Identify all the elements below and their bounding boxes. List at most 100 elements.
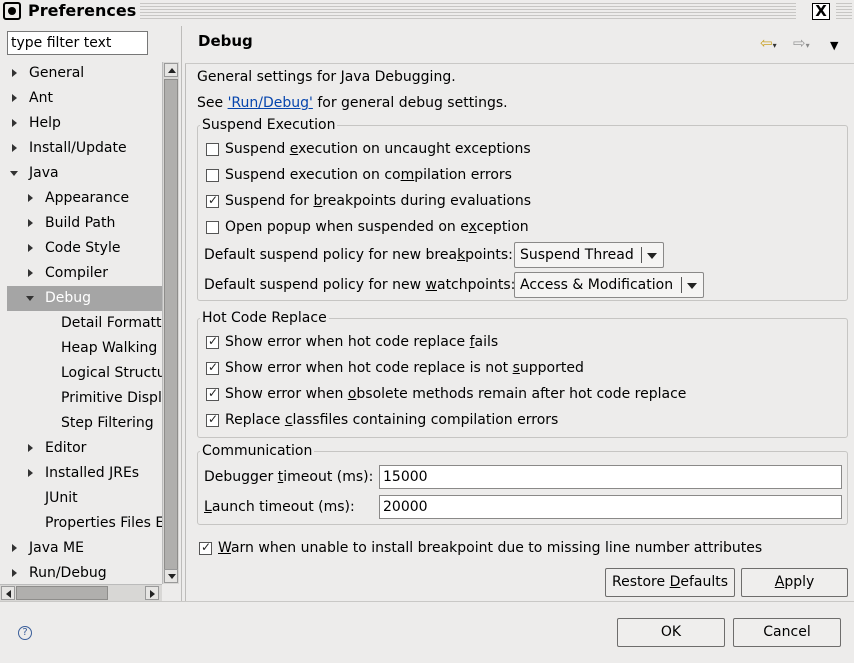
tree-item[interactable]: Appearance — [7, 186, 162, 211]
tree-item[interactable]: Primitive Displa — [7, 386, 162, 411]
option-label[interactable]: Show error when hot code replace is not … — [225, 359, 584, 377]
panel-divider[interactable] — [181, 26, 184, 601]
expand-right-icon[interactable] — [12, 569, 17, 577]
scroll-thumb[interactable] — [164, 79, 178, 571]
combo-separator — [641, 247, 642, 263]
expand-right-icon[interactable] — [12, 119, 17, 127]
filter-input[interactable] — [7, 31, 148, 55]
option-checkbox[interactable] — [206, 386, 219, 401]
warn-missing-line-numbers-checkbox[interactable] — [199, 540, 212, 555]
apply-button[interactable]: Apply — [741, 568, 848, 597]
preferences-tree[interactable]: General Ant Help Install/Update Java Appearan… — [0, 62, 162, 584]
selected-value: Access & Modification — [520, 277, 674, 293]
ok-button[interactable]: OK — [617, 618, 725, 647]
tree-item[interactable]: Java — [7, 161, 162, 186]
tree-item[interactable]: Code Style — [7, 236, 162, 261]
option-checkbox[interactable] — [206, 143, 219, 156]
tree-item-label: Help — [29, 115, 61, 131]
group-label: Communication — [200, 443, 315, 459]
debugger-timeout-field[interactable] — [379, 465, 842, 489]
option-label[interactable]: Suspend execution on uncaught exceptions — [225, 140, 531, 158]
tree-item[interactable]: Editor — [7, 436, 162, 461]
restore-defaults-button[interactable]: Restore Defaults — [605, 568, 735, 597]
breakpoint-policy-label: Default suspend policy for new breakpoin… — [204, 246, 513, 264]
tree-item[interactable]: Logical Structu — [7, 361, 162, 386]
tree-item[interactable]: General — [7, 62, 162, 86]
tree-item[interactable]: Properties Files E — [7, 511, 162, 536]
tree-item[interactable]: Build Path — [7, 211, 162, 236]
tree-item[interactable]: Heap Walking — [7, 336, 162, 361]
mnemonic: x — [468, 219, 477, 235]
label-part: pilation errors — [414, 167, 512, 183]
option-label[interactable]: Replace classfiles containing compilatio… — [225, 411, 558, 429]
scroll-down-button[interactable] — [164, 569, 178, 583]
expand-right-icon[interactable] — [28, 269, 33, 277]
option-label[interactable]: Suspend for breakpoints during evaluatio… — [225, 192, 531, 210]
option-checkbox[interactable] — [206, 169, 219, 182]
scroll-left-button[interactable] — [1, 586, 15, 600]
close-window-button[interactable]: X — [812, 3, 830, 20]
mnemonic: k — [457, 247, 466, 263]
expand-right-icon[interactable] — [12, 69, 17, 77]
warn-missing-line-numbers-label[interactable]: Warn when unable to install breakpoint d… — [218, 539, 762, 557]
tree-item[interactable]: Java ME — [7, 536, 162, 561]
expand-right-icon[interactable] — [12, 144, 17, 152]
window-menu-icon[interactable] — [3, 2, 21, 20]
tree-item[interactable]: Debug — [7, 286, 162, 311]
expand-down-icon[interactable] — [10, 171, 18, 176]
option-label[interactable]: Open popup when suspended on exception — [225, 218, 529, 236]
tree-item[interactable]: Detail Formatte — [7, 311, 162, 336]
tree-item-label: Build Path — [45, 215, 116, 231]
option-checkbox[interactable] — [206, 412, 219, 427]
expand-down-icon[interactable] — [26, 296, 34, 301]
tree-item[interactable]: Installed JREs — [7, 461, 162, 486]
option-checkbox[interactable] — [206, 334, 219, 349]
tree-item[interactable]: Ant — [7, 86, 162, 111]
tree-item[interactable]: JUnit — [7, 486, 162, 511]
tree-item-label: Primitive Displa — [61, 390, 162, 406]
tree-item[interactable]: Install/Update — [7, 136, 162, 161]
launch-timeout-field[interactable] — [379, 495, 842, 519]
chevron-right-icon — [150, 590, 155, 598]
tree-item-label: Logical Structu — [61, 365, 162, 381]
expand-right-icon[interactable] — [28, 469, 33, 477]
option-checkbox[interactable] — [206, 193, 219, 208]
tree-item[interactable]: Compiler — [7, 261, 162, 286]
option-label[interactable]: Show error when obsolete methods remain … — [225, 385, 686, 403]
tree-vertical-scrollbar[interactable] — [162, 62, 179, 584]
tree-item[interactable]: Step Filtering — [7, 411, 162, 436]
run-debug-link[interactable]: 'Run/Debug' — [228, 95, 313, 111]
combo-separator — [681, 277, 682, 293]
option-label[interactable]: Show error when hot code replace fails — [225, 333, 498, 351]
scroll-right-button[interactable] — [145, 586, 159, 600]
tree-item-label: Install/Update — [29, 140, 127, 156]
group-label: Hot Code Replace — [200, 310, 329, 326]
tree-item[interactable]: Help — [7, 111, 162, 136]
expand-right-icon[interactable] — [28, 194, 33, 202]
option-checkbox[interactable] — [206, 360, 219, 375]
expand-right-icon[interactable] — [12, 94, 17, 102]
expand-right-icon[interactable] — [28, 244, 33, 252]
tree-item-label: Compiler — [45, 265, 109, 281]
expand-right-icon[interactable] — [28, 444, 33, 452]
back-arrow-icon[interactable]: ⇦▾ — [760, 36, 777, 53]
forward-arrow-icon[interactable]: ⇨▾ — [793, 36, 810, 53]
scroll-thumb[interactable] — [16, 586, 108, 600]
cancel-button[interactable]: Cancel — [733, 618, 841, 647]
breakpoint-policy-select[interactable]: Suspend Thread — [514, 242, 664, 268]
expand-right-icon[interactable] — [12, 544, 17, 552]
label-part: Show error when hot code replace — [225, 334, 470, 350]
option-checkbox[interactable] — [206, 221, 219, 234]
watchpoint-policy-select[interactable]: Access & Modification — [514, 272, 704, 298]
label-part: pply — [784, 574, 815, 590]
expand-right-icon[interactable] — [28, 219, 33, 227]
window-title: Preferences — [28, 1, 137, 20]
scroll-up-button[interactable] — [164, 63, 178, 77]
tree-horizontal-scrollbar[interactable] — [0, 584, 162, 601]
option-label[interactable]: Suspend execution on compilation errors — [225, 166, 512, 184]
help-icon[interactable]: ? — [18, 626, 32, 640]
tree-item[interactable]: Run/Debug — [7, 561, 162, 584]
label-part: Debugger — [204, 469, 278, 485]
view-menu-icon[interactable]: ▼ — [830, 38, 838, 53]
chevron-down-icon — [687, 283, 697, 289]
